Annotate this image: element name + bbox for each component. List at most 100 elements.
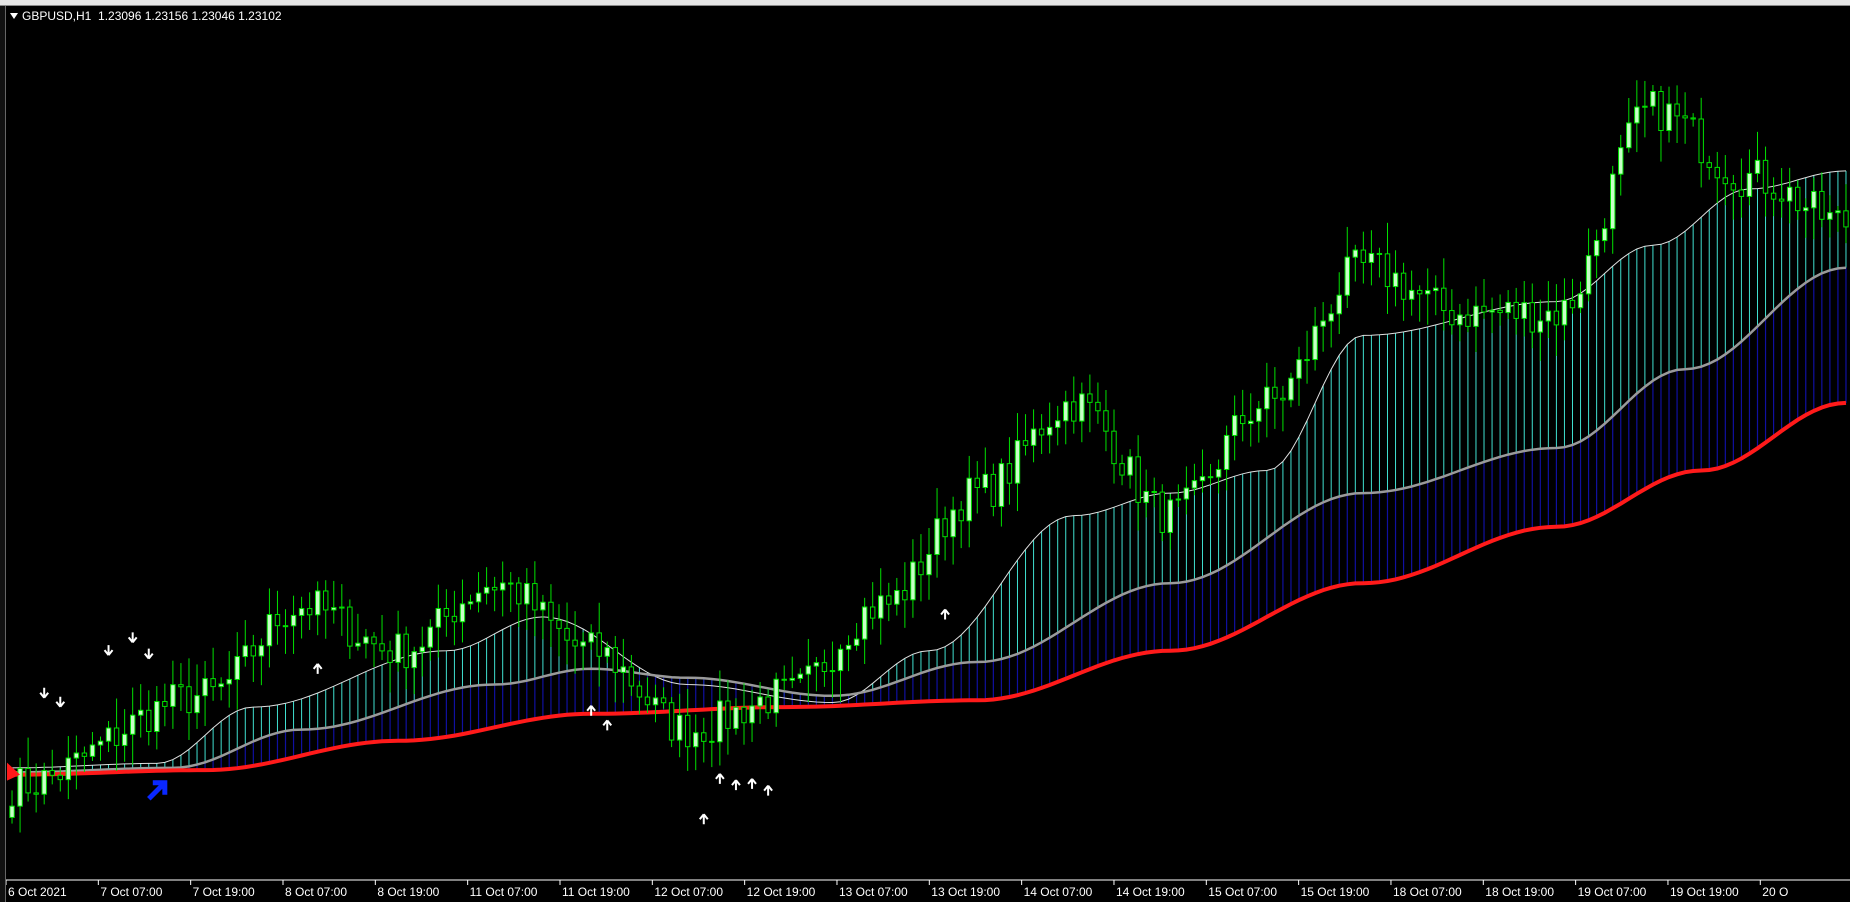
candle (218, 677, 224, 701)
candle (282, 609, 289, 654)
candle (733, 698, 739, 735)
candle-body (805, 665, 812, 675)
candle (1119, 454, 1125, 486)
candle (532, 561, 538, 637)
candle (314, 581, 321, 636)
candle (741, 683, 747, 745)
candle-body (1014, 440, 1021, 484)
candle-body (475, 592, 482, 603)
candle (1400, 262, 1407, 321)
candle-body (1183, 487, 1190, 500)
candle (1231, 395, 1238, 461)
candle (1714, 151, 1720, 204)
candle (853, 623, 860, 651)
candle-body (1296, 359, 1302, 379)
candle (781, 665, 787, 691)
candle-body (387, 650, 393, 663)
candle-body (419, 646, 425, 653)
candle (902, 562, 908, 628)
candle (451, 590, 458, 646)
candle (1585, 228, 1592, 302)
candle-body (1127, 456, 1133, 476)
candle (1111, 409, 1117, 484)
candle-body (709, 740, 715, 743)
chart-window[interactable]: 6 Oct 2021 7 Oct 07:00 7 Oct 19:00 8 Oct 07… (0, 0, 1850, 902)
candle (1746, 149, 1753, 206)
candle-body (202, 678, 208, 697)
window-top-edge (0, 0, 1850, 6)
candle-body (1352, 249, 1359, 258)
candle-body (1304, 359, 1310, 362)
candle (821, 649, 828, 687)
candle-body (266, 614, 273, 647)
candle-body (314, 590, 321, 616)
candle-body (1553, 310, 1560, 326)
candle-body (1424, 290, 1431, 295)
candle (1521, 280, 1527, 337)
candle (1424, 268, 1431, 325)
candle-body (902, 590, 908, 601)
candle (652, 684, 659, 723)
candle (298, 596, 305, 639)
candle (186, 658, 192, 740)
candle (1392, 250, 1399, 307)
candle-body (411, 651, 417, 669)
candle (1320, 302, 1326, 352)
candle (1795, 180, 1801, 220)
price-chart[interactable]: 6 Oct 2021 7 Oct 07:00 7 Oct 19:00 8 Oct 07… (0, 0, 1850, 902)
candle (1778, 168, 1785, 218)
candle (1071, 376, 1077, 434)
candle-body (250, 645, 257, 657)
candle-body (1256, 408, 1262, 422)
candle (475, 572, 482, 613)
candle-body (1497, 309, 1503, 314)
candle (1223, 425, 1230, 491)
candle (1698, 97, 1704, 188)
candle-body (1368, 252, 1375, 263)
candle (162, 683, 168, 727)
candle-body (1762, 159, 1769, 194)
candle (154, 686, 160, 750)
candle-body (210, 678, 216, 688)
candle (1609, 165, 1616, 254)
candle-body (837, 648, 844, 672)
candle-body (878, 595, 884, 619)
candle (499, 561, 506, 617)
up-arrow-icon (940, 608, 950, 620)
candle-body (1063, 401, 1069, 422)
candle (242, 620, 249, 667)
candle (1288, 372, 1294, 408)
candle (1272, 367, 1278, 429)
candle (355, 613, 361, 651)
candle-body (1071, 401, 1077, 422)
candle (1497, 294, 1503, 326)
dropdown-triangle-icon[interactable] (10, 13, 18, 19)
candle (837, 644, 844, 702)
candle-body (1714, 166, 1720, 179)
x-tick-label: 19 Oct 07:00 (1578, 885, 1647, 899)
candle-body (274, 614, 281, 627)
candle-body (1006, 463, 1013, 484)
candle (347, 599, 353, 659)
candle-body (1770, 192, 1777, 200)
chart-info-bar[interactable]: GBPUSD,H1 1.23096 1.23156 1.23046 1.2310… (10, 9, 282, 23)
candle (234, 632, 240, 710)
candle-body (1585, 255, 1592, 295)
candle-body (154, 701, 160, 733)
candle (1167, 494, 1174, 550)
candle (1465, 298, 1471, 333)
x-tick-label: 8 Oct 07:00 (285, 885, 347, 899)
x-tick-label: 18 Oct 19:00 (1485, 885, 1554, 899)
candle-body (1336, 294, 1342, 315)
candle-body (765, 696, 771, 714)
candle (1626, 98, 1632, 153)
candle-body (491, 586, 498, 591)
candle-body (1545, 310, 1552, 322)
candle-body (918, 561, 924, 576)
candle-body (853, 638, 860, 646)
candle (1014, 413, 1021, 512)
ohlc-values: 1.23096 1.23156 1.23046 1.23102 (98, 9, 282, 23)
x-tick-label: 7 Oct 19:00 (193, 885, 255, 899)
candle (1803, 198, 1809, 238)
candle-body (1159, 491, 1165, 533)
